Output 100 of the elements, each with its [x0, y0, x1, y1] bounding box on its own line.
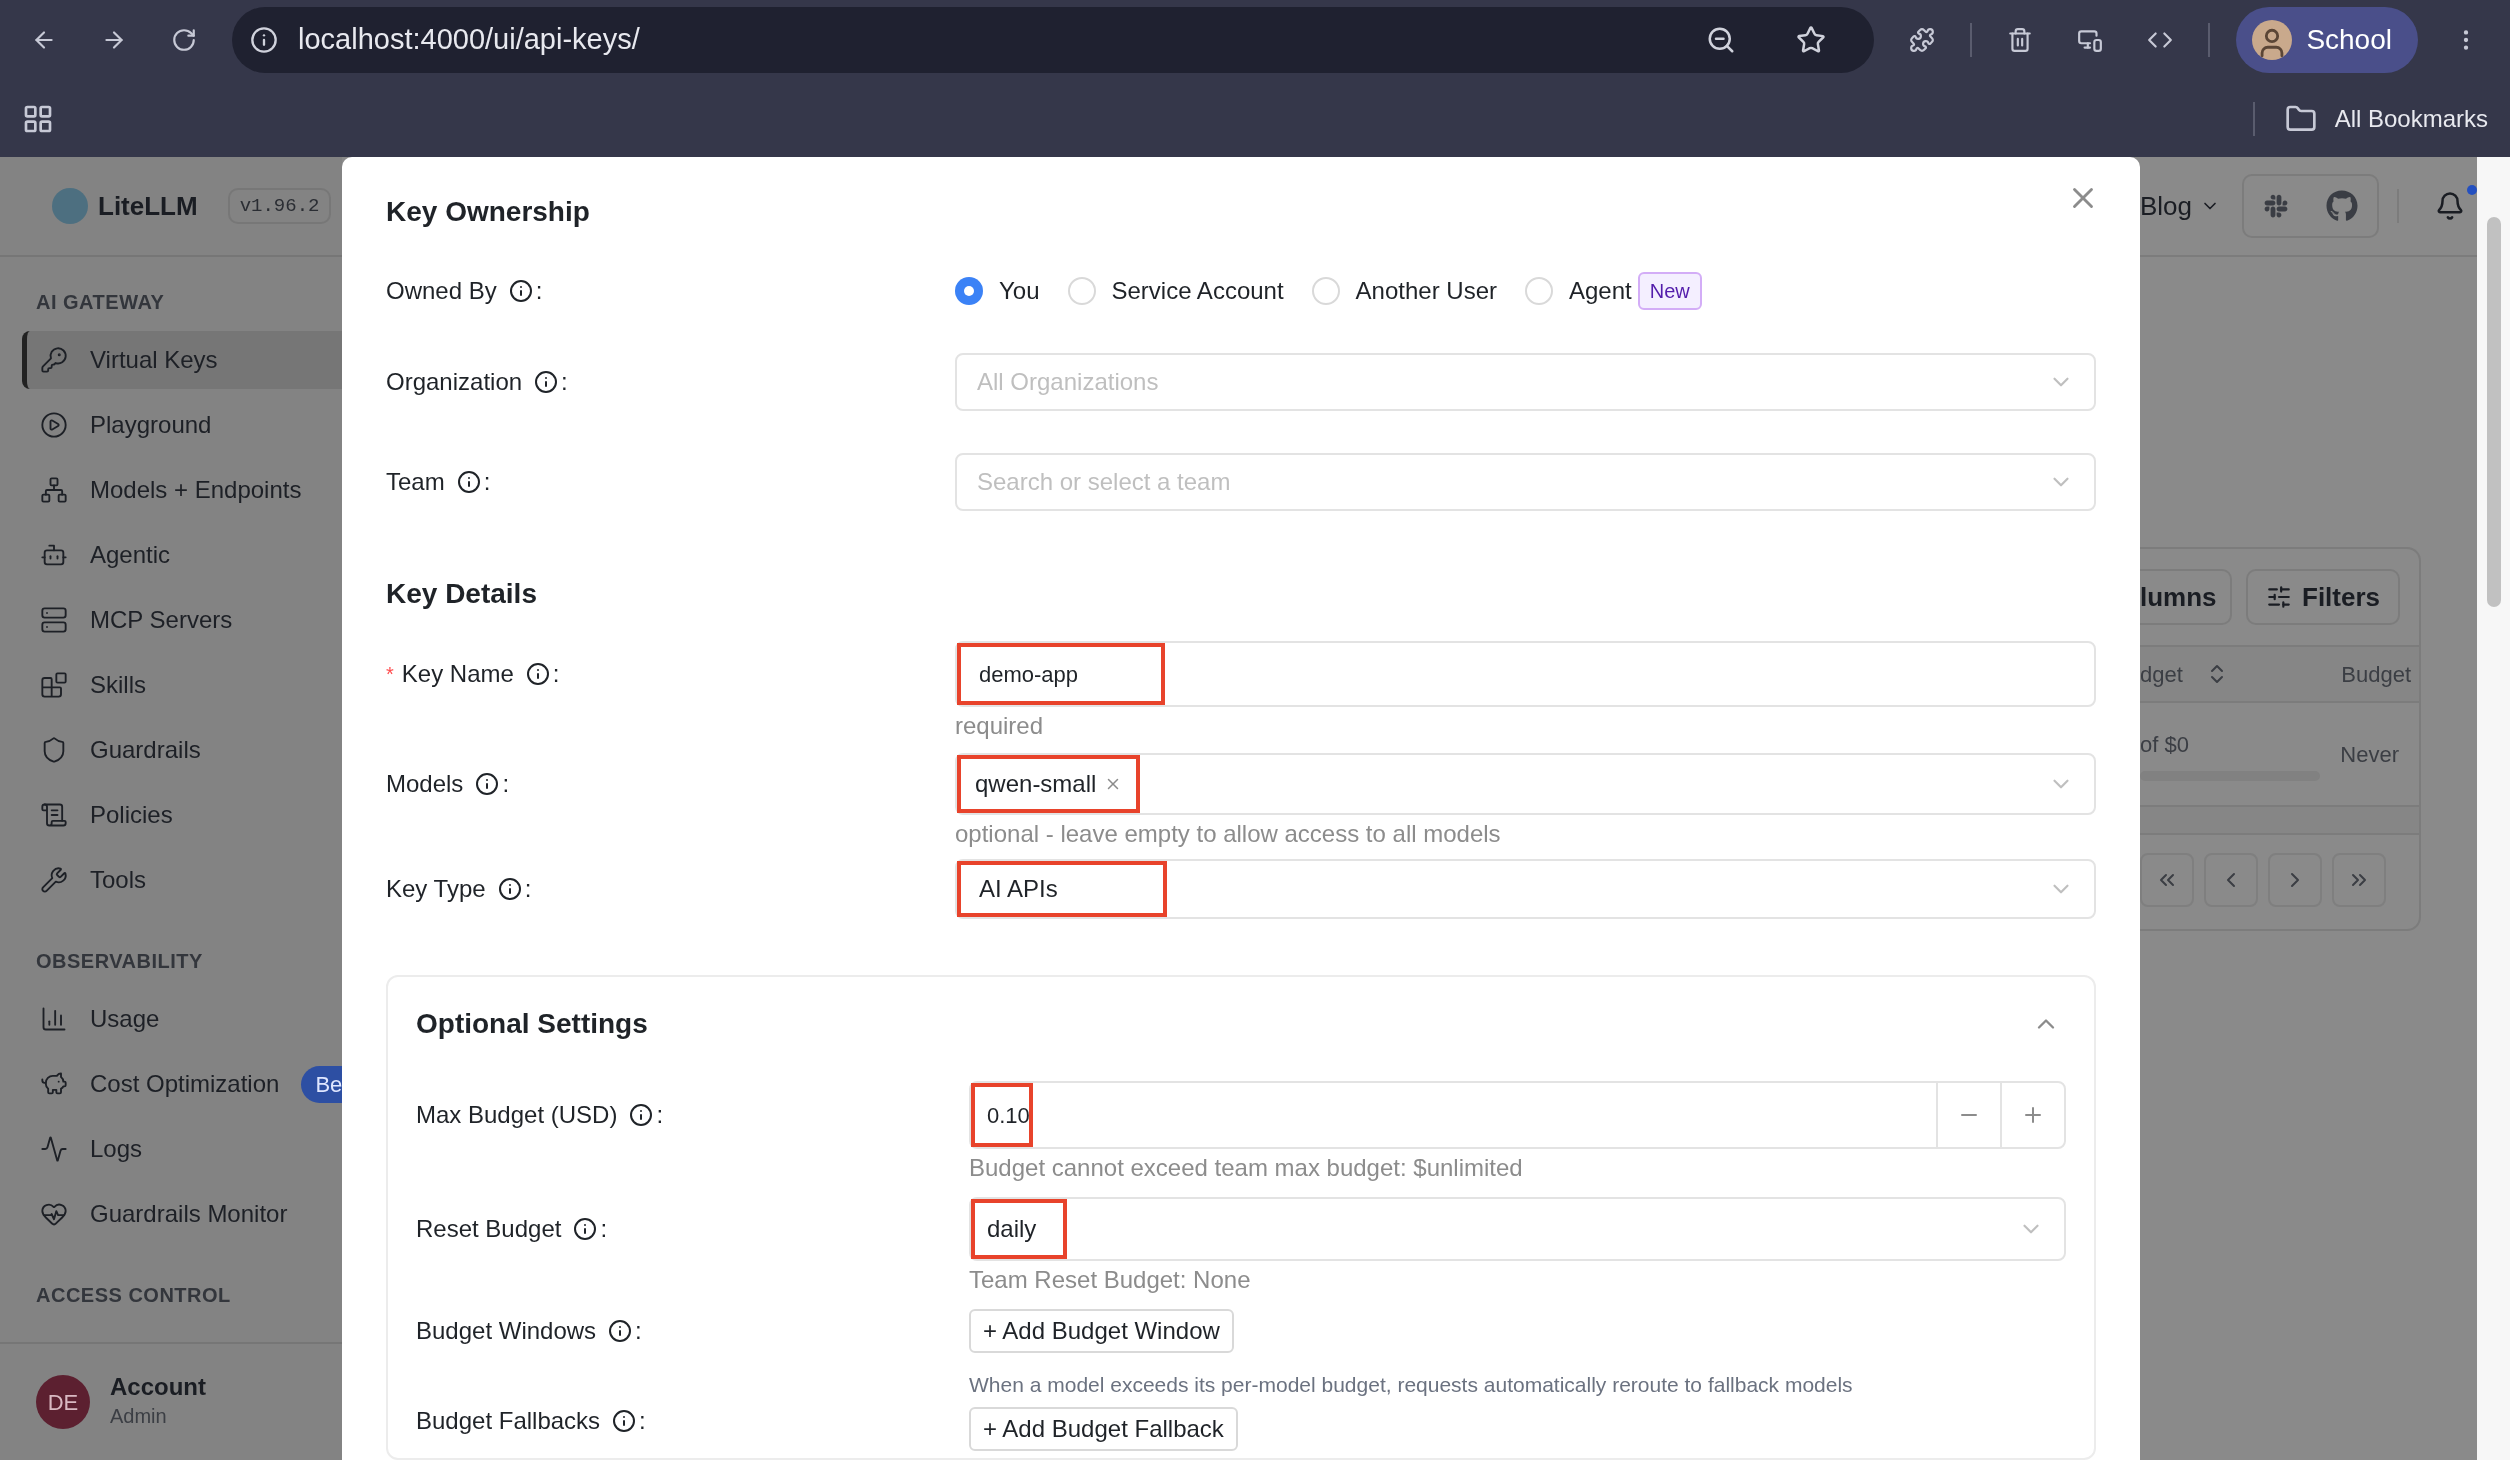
input-value: 0.10: [971, 1083, 1033, 1147]
scrollbar-thumb[interactable]: [2486, 217, 2501, 607]
sidebar-item[interactable]: Playground: [22, 396, 342, 454]
address-bar[interactable]: localhost:4000/ui/api-keys/: [232, 7, 1875, 73]
description-text: When a model exceeds its per-model budget, requests automatically reroute to fallback models: [969, 1372, 1854, 1398]
field-label: Owned By: [386, 276, 497, 306]
section-title: Key Details: [386, 577, 537, 611]
sidebar-item[interactable]: MCP Servers: [22, 591, 342, 649]
field-label: Key Name: [401, 659, 514, 689]
section-title: Key Ownership: [386, 195, 590, 229]
info-icon: [525, 662, 550, 686]
key-icon: [40, 346, 68, 374]
sidebar-item[interactable]: Logs: [22, 1120, 342, 1178]
octocat-logo-icon[interactable]: [2326, 190, 2359, 222]
info-icon: [629, 1103, 654, 1127]
label-colon: :: [600, 1214, 608, 1244]
sidebar-item[interactable]: Skills: [22, 656, 342, 714]
add-budget-fallback-button[interactable]: + Add Budget Fallback: [969, 1406, 1238, 1451]
label-colon: :: [524, 874, 532, 904]
field-label: Max Budget (USD): [416, 1100, 618, 1130]
label-colon: :: [483, 467, 491, 497]
logo-icon: [52, 188, 88, 224]
card-title: Optional Settings: [416, 1007, 648, 1041]
columns-button[interactable]: lumns: [2140, 569, 2232, 625]
first-page-button[interactable]: [2140, 853, 2194, 907]
sidebar-item[interactable]: Virtual Keys: [22, 331, 342, 389]
sidebar-item[interactable]: Guardrails: [22, 721, 342, 779]
label-colon: :: [535, 276, 543, 306]
select-field[interactable]: AI APIs: [955, 859, 2096, 919]
label-colon: :: [561, 367, 568, 397]
info-icon: [456, 470, 481, 494]
hierarchy-icon: [40, 476, 68, 504]
radio-option[interactable]: You: [955, 273, 1040, 309]
radio-option[interactable]: Agent New: [1525, 272, 1702, 310]
sidebar-item[interactable]: Tools: [22, 851, 342, 909]
sliders-icon[interactable]: [2266, 584, 2292, 610]
sidebar-item[interactable]: Policies: [22, 786, 342, 844]
select-field[interactable]: daily: [969, 1197, 2066, 1261]
info-icon: [475, 772, 500, 796]
label-colon: :: [639, 1406, 646, 1436]
label-colon: :: [552, 659, 560, 689]
text-input[interactable]: demo-app: [955, 641, 2096, 707]
multi-select-field[interactable]: qwen-small: [955, 753, 2096, 815]
model-tag[interactable]: qwen-small: [971, 766, 1127, 802]
radio-button[interactable]: [1311, 277, 1340, 305]
account-role: Admin: [110, 1404, 168, 1429]
column-header: Budget: [2341, 660, 2411, 689]
label-colon: :: [656, 1100, 664, 1130]
logo-text: LiteLLM: [98, 189, 198, 223]
help-text: optional - leave empty to allow access to all models: [955, 819, 1502, 849]
new-badge: New: [1637, 272, 1702, 310]
table-cell-text: Never: [2340, 740, 2399, 769]
scroll-icon: [40, 801, 68, 829]
sidebar-item[interactable]: Usage: [22, 990, 342, 1048]
url-text: localhost:4000/ui/api-keys/: [298, 22, 641, 58]
hash-logo-icon[interactable]: [2262, 193, 2289, 219]
field-label: Budget Windows: [416, 1316, 597, 1346]
radio-option[interactable]: Another User: [1311, 273, 1497, 309]
section-heading: AI GATEWAY: [35, 290, 166, 315]
select-value: AI APIs: [957, 861, 1167, 917]
field-label: Reset Budget: [416, 1214, 562, 1244]
notification-bell-icon[interactable]: [2435, 191, 2465, 221]
number-input[interactable]: 0.10: [969, 1081, 2066, 1149]
section-heading: OBSERVABILITY: [35, 949, 204, 974]
select-value: daily: [971, 1199, 1067, 1259]
sidebar-item[interactable]: Guardrails Monitor: [22, 1185, 342, 1243]
all-bookmarks-button[interactable]: All Bookmarks: [2284, 100, 2488, 137]
avatar-icon: [2252, 20, 2293, 60]
server-icon: [40, 606, 68, 634]
label-colon: :: [502, 769, 510, 799]
required-asterisk: *: [386, 662, 394, 687]
sidebar-item[interactable]: Agentic: [22, 526, 342, 584]
bar-chart-icon: [40, 1005, 68, 1033]
radio-button[interactable]: [955, 277, 983, 305]
info-icon: [497, 877, 522, 901]
help-text: Team Reset Budget: None: [969, 1265, 1252, 1295]
blocks-icon: [40, 671, 68, 699]
last-page-button[interactable]: [2332, 853, 2386, 907]
blog-menu[interactable]: Blog: [2140, 186, 2221, 226]
pulse-icon: [40, 1135, 68, 1163]
field-label: Models: [386, 769, 464, 799]
field-label: Organization: [386, 367, 523, 397]
sidebar-item[interactable]: Models + Endpoints: [22, 461, 342, 519]
version-badge: v1.96.2: [227, 187, 332, 225]
field-label: Budget Fallbacks: [416, 1406, 601, 1436]
account-avatar: DE: [36, 1375, 90, 1429]
section-heading: ACCESS CONTROL: [35, 1283, 232, 1308]
radio-option[interactable]: Service Account: [1067, 273, 1284, 309]
profile-button[interactable]: School: [2236, 7, 2418, 73]
site-info-icon[interactable]: [250, 26, 278, 54]
column-header[interactable]: dget: [2140, 657, 2229, 691]
account-name: Account: [110, 1373, 206, 1401]
bookmark-star-icon[interactable]: [1796, 25, 1827, 55]
play-icon: [40, 411, 68, 439]
radio-button[interactable]: [1525, 277, 1553, 305]
info-icon: [608, 1319, 633, 1343]
filters-button[interactable]: Filters: [2246, 569, 2401, 625]
add-budget-window-button[interactable]: + Add Budget Window: [969, 1309, 1234, 1353]
info-icon: [612, 1409, 637, 1433]
radio-button[interactable]: [1067, 277, 1096, 305]
